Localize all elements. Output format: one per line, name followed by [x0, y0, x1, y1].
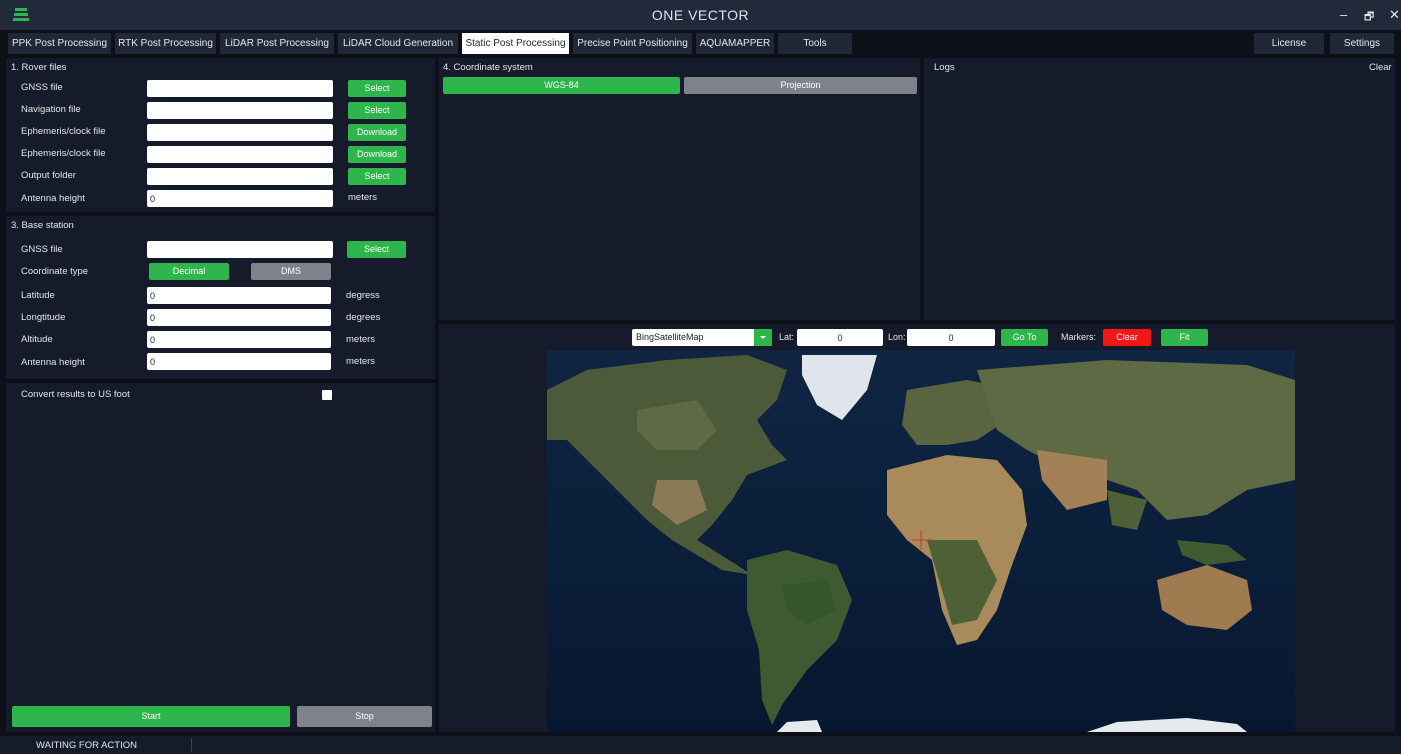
rover-gnss-label: GNSS file: [21, 82, 63, 93]
base-antenna-height-label: Antenna height: [21, 357, 85, 368]
output-folder-select-button[interactable]: Select: [348, 168, 406, 185]
tab-lidar-post-processing[interactable]: LiDAR Post Processing: [220, 33, 334, 54]
longitude-unit: degrees: [346, 312, 381, 323]
status-text: WAITING FOR ACTION: [36, 740, 137, 751]
tab-lidar-cloud-generation[interactable]: LiDAR Cloud Generation: [338, 33, 458, 54]
restore-icon[interactable]: 🗗: [1364, 8, 1374, 27]
markers-label: Markers:: [1061, 332, 1097, 342]
window-title: ONE VECTOR: [651, 7, 750, 23]
logs-panel: [924, 58, 1395, 320]
options-panel: [6, 383, 435, 732]
ephemeris-file-2-download-button[interactable]: Download: [348, 146, 406, 163]
tab-precise-point-positioning[interactable]: Precise Point Positioning: [573, 33, 692, 54]
clear-markers-button[interactable]: Clear: [1103, 329, 1151, 346]
projection-button[interactable]: Projection: [684, 77, 917, 94]
tab-aquamapper[interactable]: AQUAMAPPER: [696, 33, 774, 54]
status-divider: [191, 738, 192, 752]
coordinate-system-title: 4. Coordinate system: [443, 62, 533, 73]
longitude-input[interactable]: [147, 309, 331, 326]
status-bar: WAITING FOR ACTION: [0, 736, 1401, 754]
base-station-title: 3. Base station: [11, 220, 74, 231]
logs-clear-button[interactable]: Clear: [1369, 62, 1392, 73]
navigation-file-input[interactable]: [147, 102, 333, 119]
go-to-button[interactable]: Go To: [1001, 329, 1048, 346]
base-gnss-label: GNSS file: [21, 244, 63, 255]
stop-button[interactable]: Stop: [297, 706, 432, 727]
ephemeris-file-2-input[interactable]: [147, 146, 333, 163]
lon-label: Lon:: [888, 332, 906, 342]
ephemeris-file-1-label: Ephemeris/clock file: [21, 126, 106, 137]
output-folder-input[interactable]: [147, 168, 333, 185]
ephemeris-file-2-label: Ephemeris/clock file: [21, 148, 106, 159]
map-type-select-value: BingSatelliteMap: [636, 332, 704, 342]
longitude-label: Longtitude: [21, 312, 66, 323]
navigation-file-select-button[interactable]: Select: [348, 102, 406, 119]
tab-settings[interactable]: Settings: [1330, 33, 1394, 54]
rover-gnss-input[interactable]: [147, 80, 333, 97]
logs-title: Logs: [934, 62, 955, 73]
ephemeris-file-1-input[interactable]: [147, 124, 333, 141]
altitude-input[interactable]: [147, 331, 331, 348]
dms-button[interactable]: DMS: [251, 263, 331, 280]
satellite-map-view[interactable]: [547, 350, 1295, 732]
tab-static-post-processing[interactable]: Static Post Processing: [462, 33, 569, 54]
tab-rtk-post-processing[interactable]: RTK Post Processing: [115, 33, 216, 54]
latitude-label: Latitude: [21, 290, 55, 301]
decimal-button[interactable]: Decimal: [149, 263, 229, 280]
tab-bar: PPK Post Processing RTK Post Processing …: [0, 30, 1401, 56]
base-antenna-height-input[interactable]: [147, 353, 331, 370]
chevron-down-icon[interactable]: [754, 329, 772, 346]
fit-button[interactable]: Fit: [1161, 329, 1208, 346]
map-lat-input[interactable]: [797, 329, 883, 346]
output-folder-label: Output folder: [21, 170, 76, 181]
navigation-file-label: Navigation file: [21, 104, 81, 115]
coordinate-type-label: Coordinate type: [21, 266, 89, 277]
close-icon[interactable]: ✕: [1389, 7, 1400, 23]
wgs84-button[interactable]: WGS-84: [443, 77, 680, 94]
rover-gnss-select-button[interactable]: Select: [348, 80, 406, 97]
rover-antenna-height-unit: meters: [348, 192, 378, 203]
tab-license[interactable]: License: [1254, 33, 1324, 54]
convert-us-foot-label: Convert results to US foot: [21, 389, 130, 400]
rover-antenna-height-input[interactable]: [147, 190, 333, 207]
tab-tools[interactable]: Tools: [778, 33, 852, 54]
ephemeris-file-1-download-button[interactable]: Download: [348, 124, 406, 141]
rover-antenna-height-label: Antenna height: [21, 193, 85, 204]
world-map-image: [547, 350, 1295, 732]
altitude-label: Altitude: [21, 334, 53, 345]
base-antenna-height-unit: meters: [346, 356, 376, 367]
start-button[interactable]: Start: [12, 706, 290, 727]
minimize-icon[interactable]: –: [1340, 7, 1347, 22]
convert-us-foot-checkbox[interactable]: [322, 390, 332, 400]
latitude-unit: degress: [346, 290, 380, 301]
altitude-unit: meters: [346, 334, 376, 345]
map-type-select[interactable]: BingSatelliteMap: [632, 329, 772, 346]
base-gnss-input[interactable]: [147, 241, 333, 258]
rover-files-title: 1. Rover files: [11, 62, 67, 73]
title-bar: ONE VECTOR – 🗗 ✕: [0, 0, 1401, 30]
coordinate-system-panel: [439, 58, 920, 320]
latitude-input[interactable]: [147, 287, 331, 304]
map-lon-input[interactable]: [907, 329, 995, 346]
lat-label: Lat:: [779, 332, 795, 342]
base-gnss-select-button[interactable]: Select: [347, 241, 406, 258]
tab-ppk-post-processing[interactable]: PPK Post Processing: [8, 33, 111, 54]
